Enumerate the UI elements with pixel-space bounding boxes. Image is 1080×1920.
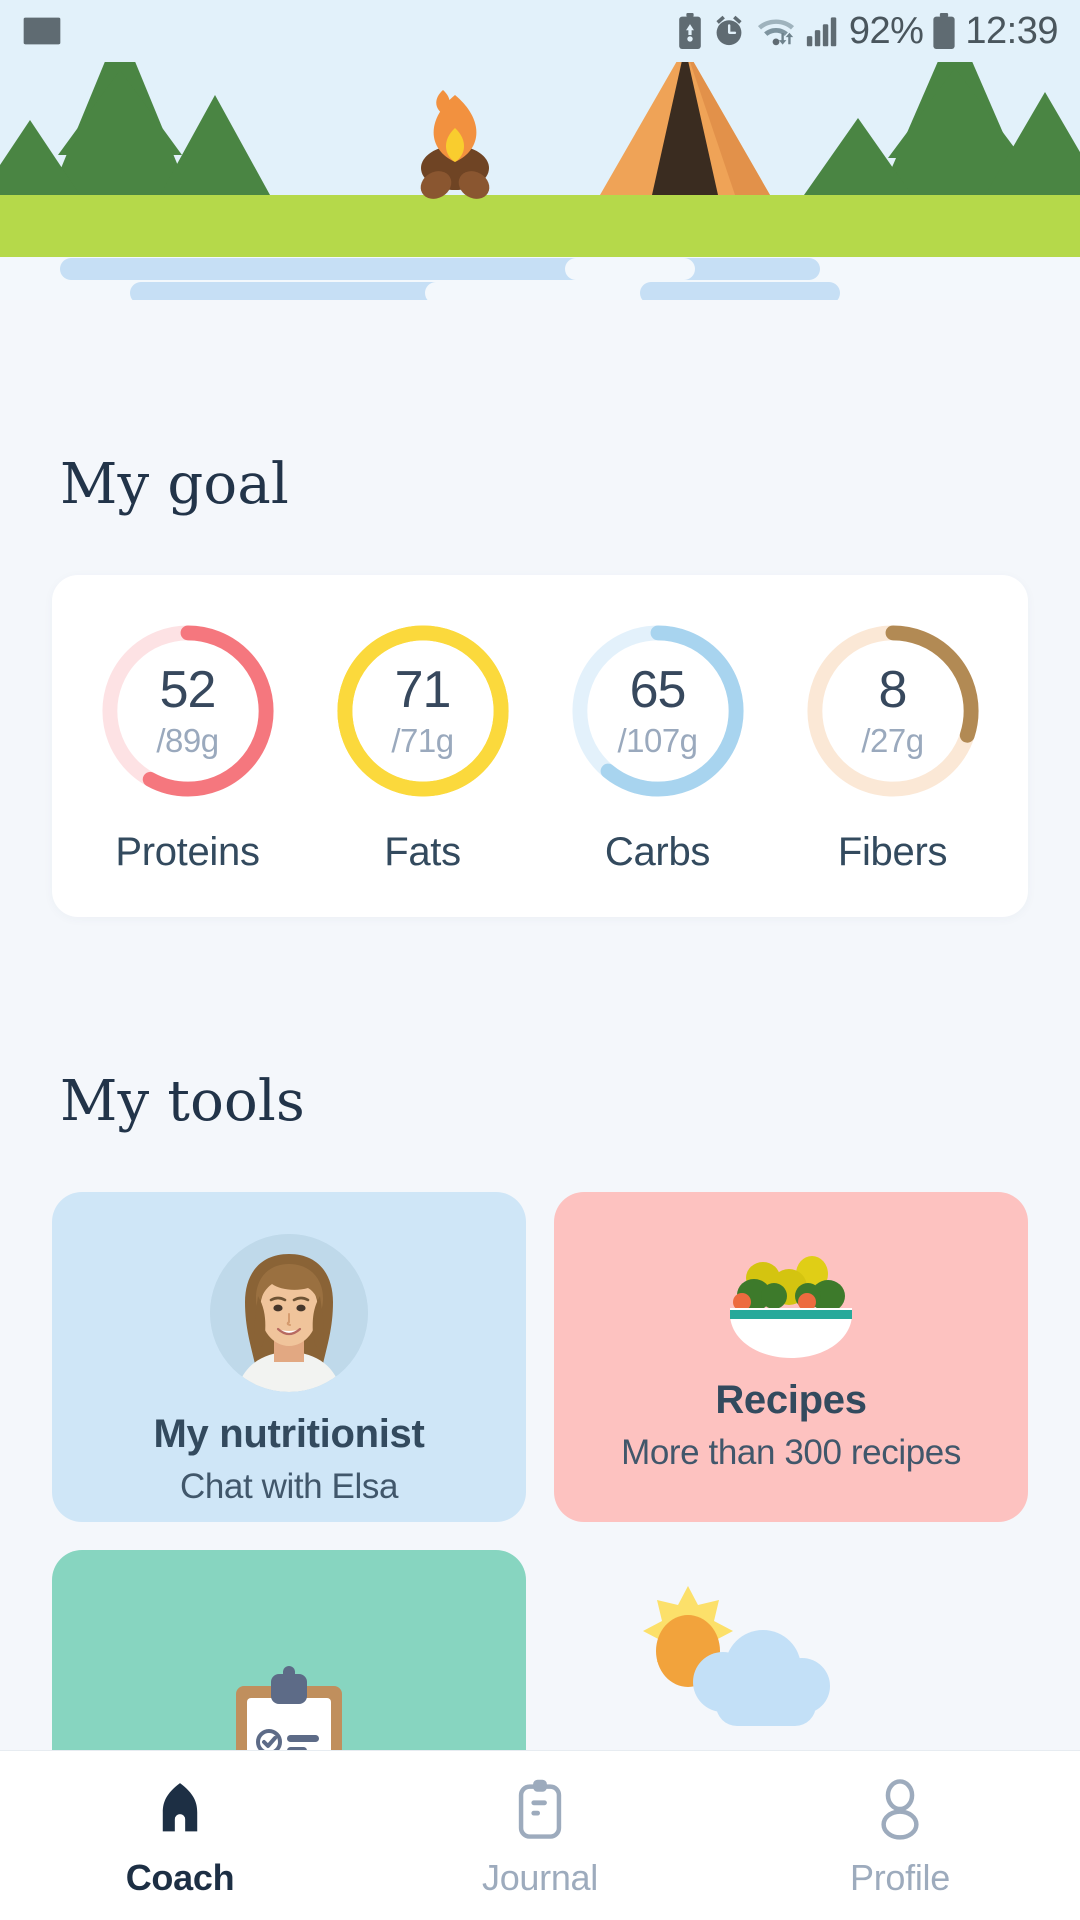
carbs-value: 65 [629, 661, 687, 719]
clock-label: 12:39 [965, 9, 1058, 52]
person-icon [871, 1777, 929, 1841]
app-screen: 92% 12:39 My goal 52 /89g Proteins 71 /7… [0, 0, 1080, 1920]
proteins-value: 52 [159, 661, 217, 719]
cellular-signal-icon [806, 15, 840, 47]
nutritionist-avatar [210, 1234, 368, 1392]
macro-summary-card: 52 /89g Proteins 71 /71g Fats 65 /107g C… [52, 575, 1028, 917]
nav-item-profile[interactable]: Profile [785, 1777, 1015, 1899]
sun-cloud-icon [616, 1578, 846, 1753]
fats-progress-ring: 71 /71g [330, 618, 516, 804]
nav-item-journal[interactable]: Journal [425, 1777, 655, 1899]
carbs-progress-ring: 65 /107g [565, 618, 751, 804]
tool-card-recipes[interactable]: Recipes More than 300 recipes [554, 1192, 1028, 1522]
status-bar: 92% 12:39 [0, 0, 1080, 62]
mail-icon [22, 15, 62, 47]
my-goal-heading: My goal [60, 452, 290, 517]
nav-item-journal-label: Journal [482, 1857, 598, 1898]
macro-item-fibers[interactable]: 8 /27g Fibers [788, 618, 998, 875]
tool-card-nutritionist-subtitle: Chat with Elsa [179, 1467, 399, 1506]
nav-item-profile-label: Profile [850, 1857, 950, 1898]
bottom-navigation-bar: Coach Journal Profile [0, 1750, 1080, 1920]
fibers-target: /27g [861, 722, 924, 759]
macro-item-carbs[interactable]: 65 /107g Carbs [553, 618, 763, 875]
main-scroll-content[interactable]: My goal 52 /89g Proteins 71 /71g Fats 65… [0, 300, 1080, 1880]
tool-card-nutritionist-title: My nutritionist [153, 1412, 425, 1456]
alarm-icon [712, 14, 746, 48]
tools-grid: My nutritionist Chat with Elsa Recipes M… [52, 1192, 1028, 1522]
fibers-value: 8 [878, 661, 908, 719]
macro-item-fats[interactable]: 71 /71g Fats [318, 618, 528, 875]
tool-card-recipes-title: Recipes [715, 1378, 867, 1422]
fats-target: /71g [391, 722, 454, 759]
proteins-label: Proteins [115, 829, 260, 874]
fats-label: Fats [384, 829, 461, 874]
wifi-icon [755, 14, 797, 48]
proteins-target: /89g [156, 722, 219, 759]
fibers-progress-ring: 8 /27g [800, 618, 986, 804]
fats-value: 71 [394, 661, 452, 719]
clipboard-icon [511, 1777, 569, 1841]
proteins-progress-ring: 52 /89g [95, 618, 281, 804]
battery-percent-label: 92% [848, 9, 924, 52]
carbs-label: Carbs [604, 829, 711, 874]
carbs-target: /107g [617, 722, 698, 759]
battery-icon [932, 13, 956, 49]
tool-card-recipes-subtitle: More than 300 recipes [621, 1433, 961, 1472]
home-icon [149, 1777, 211, 1841]
fibers-label: Fibers [837, 829, 948, 874]
macro-item-proteins[interactable]: 52 /89g Proteins [83, 618, 293, 875]
my-tools-heading: My tools [60, 1069, 305, 1134]
salad-bowl-icon [716, 1240, 866, 1358]
tool-card-nutritionist[interactable]: My nutritionist Chat with Elsa [52, 1192, 526, 1522]
nav-item-coach[interactable]: Coach [65, 1777, 295, 1899]
battery-saver-icon [677, 13, 703, 49]
nav-item-coach-label: Coach [125, 1857, 235, 1898]
